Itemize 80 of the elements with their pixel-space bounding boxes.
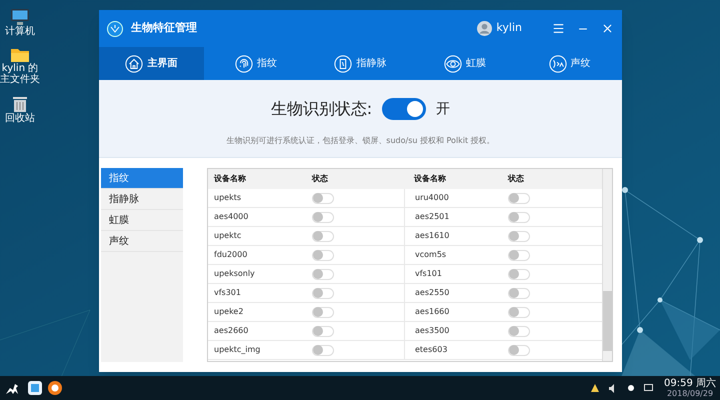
- status-value: 开: [436, 100, 450, 118]
- table-cell: vfs101: [404, 265, 502, 283]
- sidebar-item[interactable]: 指纹: [101, 168, 183, 189]
- nav-tab[interactable]: 指纹: [204, 47, 308, 80]
- toggle-switch[interactable]: [312, 288, 334, 298]
- sidebar-item[interactable]: 指静脉: [101, 189, 183, 210]
- table-cell: etes603: [404, 341, 502, 359]
- column-header: 状态: [310, 173, 329, 185]
- table-cell-text: upeke2: [213, 306, 244, 318]
- toggle-switch[interactable]: [312, 268, 334, 280]
- nav-tab[interactable]: 声纹: [517, 47, 622, 80]
- display-icon[interactable]: [644, 384, 654, 392]
- toggle-switch[interactable]: [312, 212, 334, 222]
- toggle-switch[interactable]: [508, 230, 530, 242]
- clock-date: 2018/09/29: [666, 389, 714, 398]
- toggle-switch[interactable]: [312, 326, 334, 336]
- table-cell-text: aes4000: [213, 211, 250, 223]
- toggle-switch[interactable]: [508, 250, 530, 260]
- app-logo-icon: [107, 20, 123, 36]
- table-cell: aes1610: [404, 227, 502, 245]
- table-cell-text: upektc_img: [213, 344, 262, 356]
- nav-tab[interactable]: 虹膜: [412, 47, 518, 80]
- close-icon: [601, 22, 614, 35]
- toggle-switch[interactable]: [312, 250, 334, 260]
- clock-time: 09:59 周六: [664, 378, 716, 389]
- table-cell-text: vfs301: [213, 287, 242, 299]
- table-cell-text: upeksonly: [213, 268, 256, 280]
- window-title: 生物特征管理: [131, 20, 197, 36]
- monitor-icon: [10, 8, 30, 26]
- toggle-switch[interactable]: [312, 344, 334, 356]
- description-text: 生物识别可进行系统认证，包括登录、锁屏、sudo/su 授权和 Polkit 授权。: [226, 135, 495, 147]
- close-button[interactable]: [601, 22, 614, 35]
- table-cell: aes3500: [404, 322, 502, 340]
- sidebar-item[interactable]: 声纹: [101, 231, 183, 252]
- fingerprint-icon: [234, 54, 253, 72]
- sidebar-item[interactable]: 虹膜: [101, 210, 183, 231]
- avatar-icon: [477, 21, 492, 36]
- table-cell: aes1660: [404, 303, 502, 321]
- toggle-switch[interactable]: [508, 192, 530, 204]
- browser-icon[interactable]: [48, 381, 62, 395]
- network-icon[interactable]: [591, 384, 599, 392]
- column-header: 状态: [506, 173, 525, 185]
- table-cell-text: upektc: [213, 230, 242, 242]
- menu-icon: [552, 22, 565, 35]
- nav-tab[interactable]: 主界面: [99, 47, 204, 80]
- finger-icon: [334, 54, 352, 72]
- table-cell: vcom5s: [404, 246, 502, 264]
- table-cell: uru4000: [404, 189, 502, 207]
- nav-tab[interactable]: 指静脉: [308, 47, 413, 80]
- desktop-icon-label[interactable]: 回收站: [0, 113, 40, 124]
- table-cell-text: upekts: [213, 192, 242, 204]
- status-dot-icon[interactable]: [628, 385, 634, 391]
- toggle-switch[interactable]: [508, 288, 530, 298]
- file-manager-icon[interactable]: [28, 381, 42, 395]
- folder-icon: [10, 47, 30, 63]
- trash-icon: [12, 95, 28, 113]
- toggle-switch[interactable]: [312, 230, 334, 242]
- toggle-switch[interactable]: [508, 306, 530, 318]
- toggle-switch[interactable]: [312, 192, 334, 204]
- table-cell-text: aes2660: [213, 325, 250, 337]
- toggle-switch[interactable]: [312, 306, 334, 318]
- eye-icon: [444, 54, 462, 72]
- table-cell-text: fdu2000: [213, 249, 248, 261]
- home-icon: [125, 54, 144, 72]
- status-switch[interactable]: [382, 98, 426, 120]
- toggle-switch[interactable]: [508, 212, 530, 222]
- toggle-switch[interactable]: [508, 326, 530, 336]
- voice-icon: [548, 54, 567, 72]
- table-cell: aes2550: [404, 284, 502, 302]
- desktop-icon-label[interactable]: 计算机: [0, 26, 40, 37]
- table-cell: aes2501: [404, 208, 502, 226]
- column-header: 设备名称: [412, 173, 447, 185]
- scrollbar[interactable]: [602, 169, 612, 361]
- status-label: 生物识别状态:: [270, 98, 372, 120]
- toggle-switch[interactable]: [508, 268, 530, 280]
- user-name: kylin: [496, 20, 522, 36]
- toggle-switch[interactable]: [508, 344, 530, 356]
- desktop-icon-label[interactable]: kylin 的主文件夹: [0, 63, 40, 85]
- column-header: 设备名称: [212, 173, 247, 185]
- menu-button[interactable]: [552, 22, 565, 35]
